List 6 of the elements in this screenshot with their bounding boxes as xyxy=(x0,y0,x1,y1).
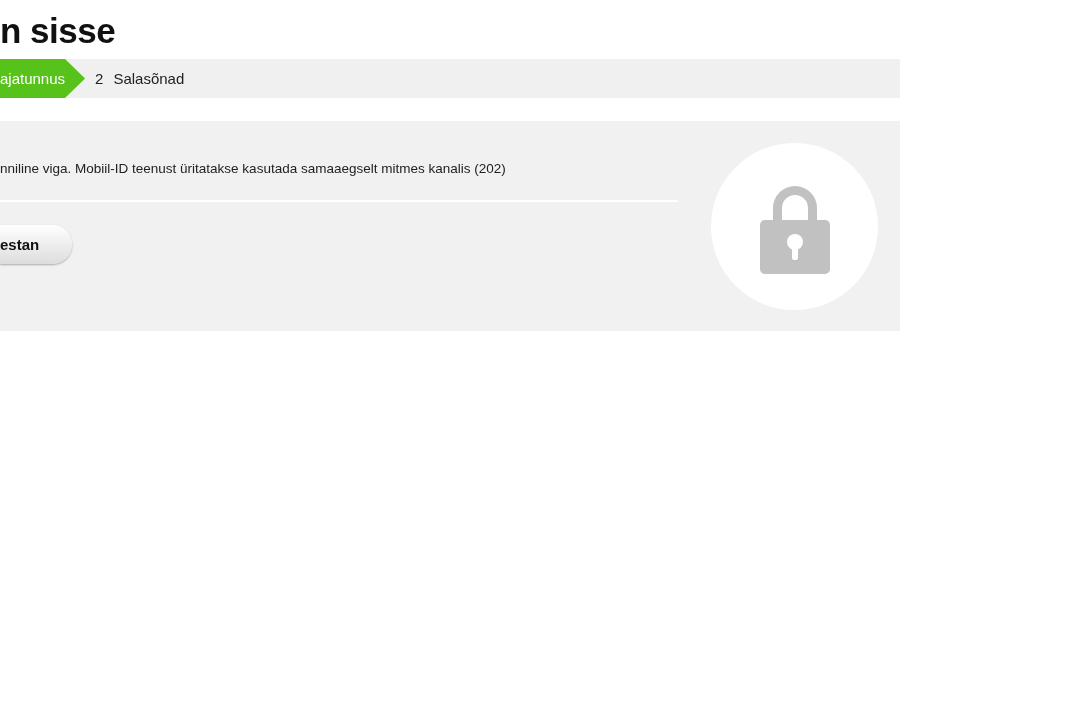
cancel-button[interactable]: estan xyxy=(0,225,72,264)
step-label: Salasõnad xyxy=(113,70,185,87)
page-title: n sisse xyxy=(0,10,117,52)
step-number: 2 xyxy=(95,70,104,87)
step-tab[interactable]: 2 Salasõnad xyxy=(85,59,195,98)
error-message: nniline viga. Mobiil-ID teenust üritatakse kasutada samaaegselt mitmes kanalis (202) xyxy=(0,121,678,202)
